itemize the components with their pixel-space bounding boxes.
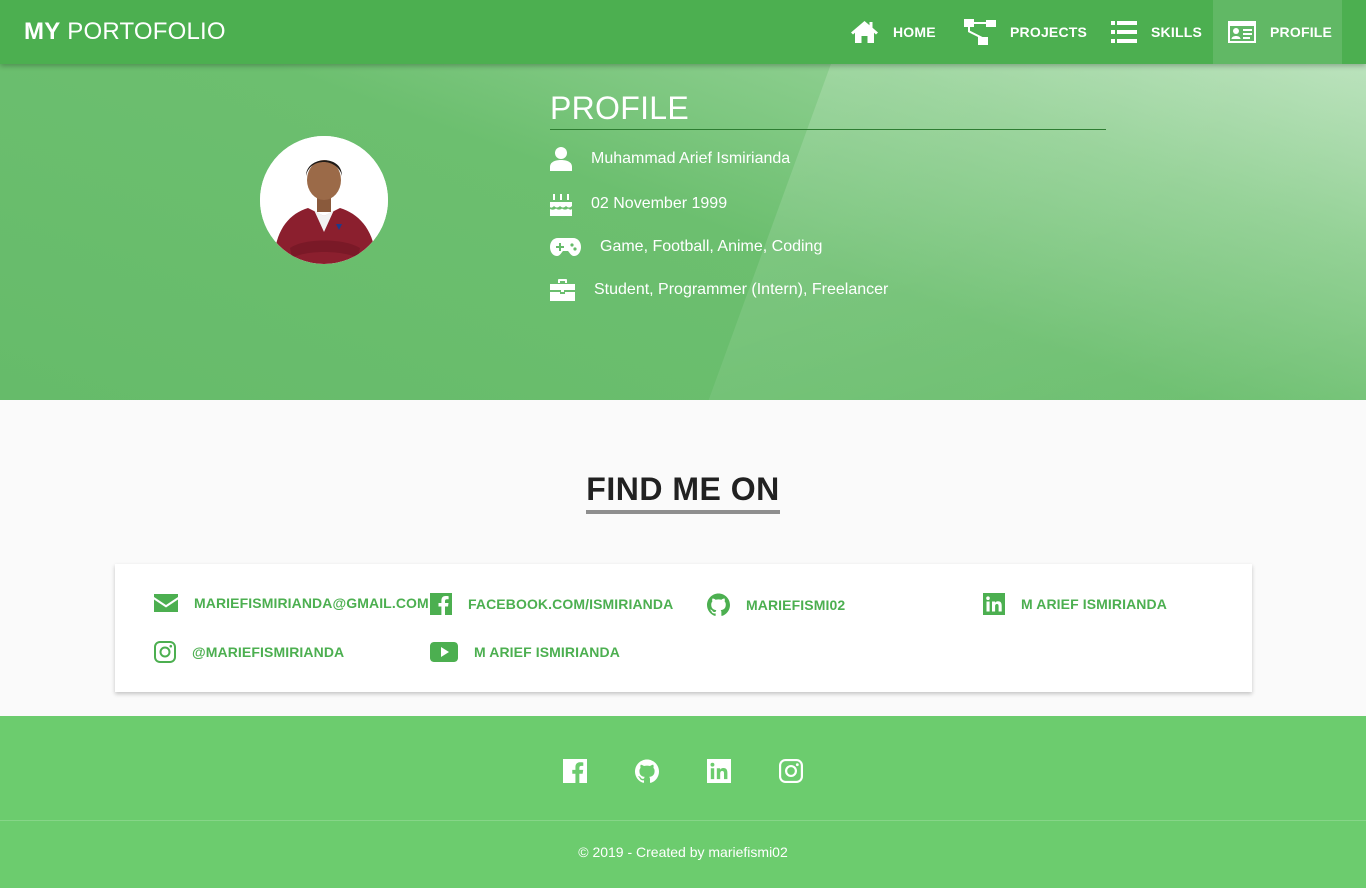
footer-github[interactable] <box>635 759 659 783</box>
linkedin-icon <box>707 759 731 783</box>
nav-skills[interactable]: SKILLS <box>1111 0 1202 64</box>
link-github[interactable]: MARIEFISMI02 <box>707 593 845 616</box>
info-occupation: Student, Programmer (Intern), Freelancer <box>550 277 888 303</box>
nav-profile-label: PROFILE <box>1270 24 1333 40</box>
profile-hobbies: Game, Football, Anime, Coding <box>600 238 823 255</box>
home-icon <box>851 21 878 43</box>
info-name: Muhammad Arief Ismirianda <box>550 146 790 172</box>
envelope-icon <box>154 594 178 612</box>
facebook-icon <box>563 759 587 783</box>
linkedin-icon <box>983 593 1005 615</box>
info-hobbies: Game, Football, Anime, Coding <box>550 234 822 260</box>
brand-bold: MY <box>24 18 61 45</box>
nav-projects-label: PROJECTS <box>1010 24 1088 40</box>
link-youtube-label: M ARIEF ISMIRIANDA <box>474 644 620 660</box>
list-icon <box>1111 21 1137 43</box>
facebook-icon <box>430 593 452 615</box>
link-instagram-label: @MARIEFISMIRIANDA <box>192 644 345 660</box>
brand-rest: PORTOFOLIO <box>67 18 226 45</box>
footer-instagram[interactable] <box>779 759 803 783</box>
link-facebook[interactable]: FACEBOOK.COM/ISMIRIANDA <box>430 593 673 615</box>
nav-projects[interactable]: PROJECTS <box>964 0 1087 64</box>
brand-logo[interactable]: MY PORTOFOLIO <box>24 18 226 46</box>
nav-home-label: HOME <box>893 24 936 40</box>
sitemap-icon <box>964 19 996 45</box>
footer-facebook[interactable] <box>563 759 587 783</box>
link-email[interactable]: MARIEFISMIRIANDA@GMAIL.COM <box>154 594 429 612</box>
github-icon <box>707 593 730 616</box>
footer-linkedin[interactable] <box>707 759 731 783</box>
nav-home[interactable]: HOME <box>850 0 936 64</box>
avatar-photo <box>260 136 388 264</box>
profile-occupation: Student, Programmer (Intern), Freelancer <box>594 281 889 298</box>
link-linkedin-label: M ARIEF ISMIRIANDA <box>1021 596 1167 612</box>
footer: © 2019 - Created by mariefismi02 <box>0 716 1366 888</box>
gamepad-icon <box>550 238 581 256</box>
profile-title-underline <box>550 129 1106 130</box>
social-links-card: MARIEFISMIRIANDA@GMAIL.COM FACEBOOK.COM/… <box>115 564 1252 692</box>
instagram-icon <box>779 759 803 783</box>
footer-divider <box>0 820 1366 821</box>
github-icon <box>635 759 659 783</box>
id-card-icon <box>1228 21 1256 43</box>
nav-profile[interactable]: PROFILE <box>1213 0 1342 64</box>
profile-birthday: 02 November 1999 <box>591 195 728 212</box>
find-me-title: FIND ME ON <box>586 470 780 514</box>
link-youtube[interactable]: M ARIEF ISMIRIANDA <box>430 642 620 662</box>
youtube-icon <box>430 642 458 662</box>
info-birthday: 02 November 1999 <box>550 191 727 217</box>
link-github-label: MARIEFISMI02 <box>746 596 846 613</box>
copyright-text: © 2019 - Created by mariefismi02 <box>578 844 788 860</box>
avatar <box>260 136 388 264</box>
birthday-cake-icon <box>550 194 572 216</box>
profile-name: Muhammad Arief Ismirianda <box>591 150 791 167</box>
link-instagram[interactable]: @MARIEFISMIRIANDA <box>154 641 344 663</box>
briefcase-icon <box>550 279 575 301</box>
profile-hero: PROFILE Muhammad Arief Ismirianda 02 Nov… <box>0 64 1366 400</box>
nav-skills-label: SKILLS <box>1151 24 1202 40</box>
profile-title: PROFILE <box>550 90 690 126</box>
link-facebook-label: FACEBOOK.COM/ISMIRIANDA <box>468 596 674 612</box>
instagram-icon <box>154 641 176 663</box>
find-me-section: FIND ME ON <box>0 470 1366 514</box>
navbar: MY PORTOFOLIO HOME PROJECTS SKILLS PROFI… <box>0 0 1366 64</box>
user-icon <box>550 147 572 171</box>
link-linkedin[interactable]: M ARIEF ISMIRIANDA <box>983 593 1167 615</box>
link-email-label: MARIEFISMIRIANDA@GMAIL.COM <box>194 595 429 611</box>
